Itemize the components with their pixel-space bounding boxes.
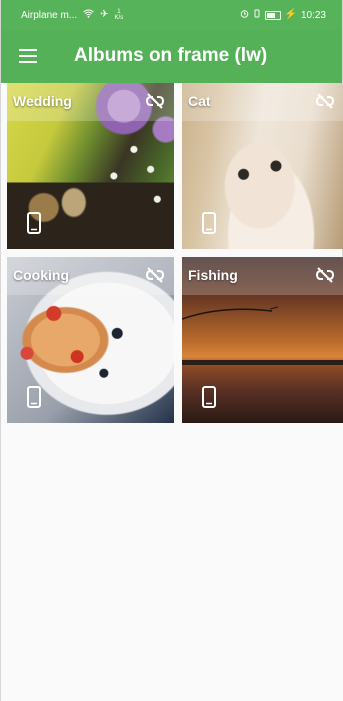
wifi-icon bbox=[83, 9, 94, 21]
album-label: Cat bbox=[188, 93, 211, 109]
phone-icon bbox=[25, 211, 43, 235]
vibrate-icon bbox=[253, 9, 261, 21]
album-tile-cat[interactable]: Cat bbox=[182, 83, 343, 249]
app-screen: Airplane m... ✈ 1 K/s ⚡ 10:23 Albums on … bbox=[0, 0, 343, 701]
menu-icon[interactable] bbox=[19, 49, 37, 63]
app-bar: Albums on frame (lw) bbox=[1, 30, 342, 83]
album-tile-wedding[interactable]: Wedding bbox=[7, 83, 174, 249]
page-title: Albums on frame (lw) bbox=[74, 45, 268, 66]
airplane-icon: ✈ bbox=[100, 9, 109, 20]
link-off-icon[interactable] bbox=[314, 92, 336, 110]
battery-icon bbox=[264, 10, 281, 20]
album-label: Wedding bbox=[13, 93, 72, 109]
network-speed: 1 K/s bbox=[115, 9, 124, 21]
carrier-text: Airplane m... bbox=[21, 9, 78, 21]
phone-icon bbox=[25, 385, 43, 409]
status-bar: Airplane m... ✈ 1 K/s ⚡ 10:23 bbox=[1, 0, 342, 30]
album-tile-fishing[interactable]: Fishing bbox=[182, 257, 343, 423]
charging-icon: ⚡ bbox=[284, 9, 297, 20]
status-left: Airplane m... ✈ 1 K/s bbox=[21, 9, 123, 21]
status-right: ⚡ 10:23 bbox=[240, 9, 326, 21]
alarm-icon bbox=[240, 9, 249, 21]
album-tile-cooking[interactable]: Cooking bbox=[7, 257, 174, 423]
network-speed-unit: K/s bbox=[114, 15, 124, 21]
link-off-icon[interactable] bbox=[144, 266, 166, 284]
link-off-icon[interactable] bbox=[144, 92, 166, 110]
phone-icon bbox=[200, 211, 218, 235]
phone-icon bbox=[200, 385, 218, 409]
album-label: Fishing bbox=[188, 267, 238, 283]
empty-content-area bbox=[7, 423, 343, 701]
album-label: Cooking bbox=[13, 267, 69, 283]
link-off-icon[interactable] bbox=[314, 266, 336, 284]
clock-time: 10:23 bbox=[300, 9, 326, 21]
